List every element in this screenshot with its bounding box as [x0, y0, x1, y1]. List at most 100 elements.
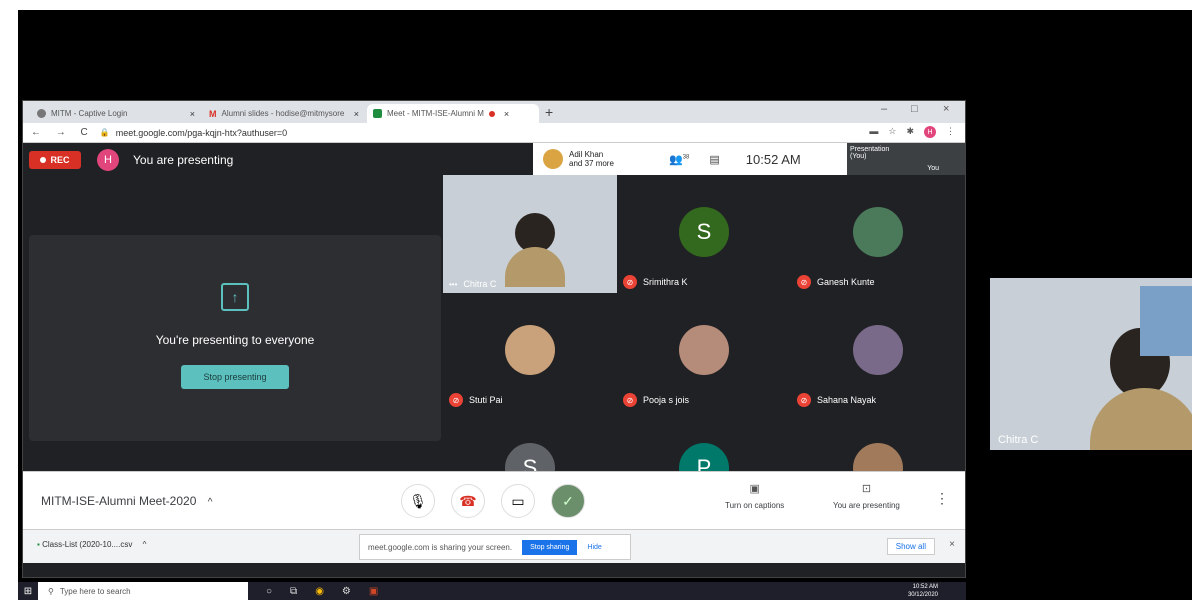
meeting-controls-bar: MITM-ISE-Alumni Meet-2020 ^ 🎙 ☎ ▭ ✓ ▣ Tu…	[23, 471, 965, 529]
tab-label: Meet - MITM-ISE-Alumni M	[387, 109, 484, 118]
mic-icon: 🎙	[409, 492, 427, 509]
participant-label: ⊘ Stuti Pai	[449, 393, 503, 407]
camera-icon[interactable]: ▬	[869, 126, 878, 138]
presenter-avatar: H	[97, 149, 119, 171]
rec-badge: REC	[29, 151, 81, 169]
rec-label: REC	[50, 155, 70, 165]
captions-label: Turn on captions	[725, 501, 785, 510]
check-button[interactable]: ✓	[551, 484, 585, 518]
people-icon[interactable]: 👥38	[669, 153, 689, 166]
participants-summary[interactable]: Adil Khan and 37 more	[569, 150, 649, 168]
rec-dot-icon	[40, 157, 47, 163]
participant-name: Ganesh Kunte	[817, 277, 875, 287]
chat-icon[interactable]: ▤	[709, 153, 719, 166]
thumb-line1: Presentation	[850, 146, 890, 153]
stop-sharing-button[interactable]: Stop sharing	[522, 539, 578, 555]
camera-button[interactable]: ▭	[501, 484, 535, 518]
tab-meet[interactable]: Meet - MITM-ISE-Alumni M ×	[367, 104, 539, 123]
floating-camera-name: Chitra C	[998, 434, 1039, 446]
participant-avatar: P	[679, 443, 729, 471]
participant-tile[interactable]: ••• Chitra C	[443, 175, 617, 293]
meet-icon	[373, 109, 382, 118]
tab-label: MITM - Captive Login	[51, 109, 128, 118]
globe-icon	[37, 109, 46, 118]
participant-tile[interactable]: S	[443, 411, 617, 471]
meeting-details[interactable]: MITM-ISE-Alumni Meet-2020 ^	[41, 494, 212, 508]
participant-tile[interactable]	[791, 411, 965, 471]
windows-taskbar: ⊞ ⚲ Type here to search ○ ⧉ ◉ ⚙ ▣ 10:52 …	[18, 582, 966, 600]
download-filename: Class-List (2020-10....csv	[42, 540, 133, 549]
more-options-icon[interactable]: •••	[449, 280, 457, 289]
tab-bar: MITM - Captive Login × M Alumni slides -…	[23, 101, 965, 123]
cortana-icon[interactable]: ○	[266, 586, 272, 597]
show-all-button[interactable]: Show all	[886, 538, 935, 555]
powerpoint-icon[interactable]: ▣	[369, 586, 378, 597]
participant-tile[interactable]: S ⊘ Srimithra K	[617, 175, 791, 293]
minimize-button[interactable]: –	[881, 103, 887, 115]
profile-avatar[interactable]: H	[924, 126, 936, 138]
extensions: ▬ ☆ ✱ H ⋮	[869, 126, 955, 138]
leave-call-button[interactable]: ☎	[451, 484, 485, 518]
nav-buttons[interactable]: ← → C	[31, 127, 94, 138]
star-icon[interactable]: ☆	[888, 126, 896, 138]
menu-icon[interactable]: ⋮	[946, 126, 955, 138]
participant-video-body	[505, 247, 565, 287]
presenting-card: ↑ You're presenting to everyone Stop pre…	[29, 235, 441, 441]
search-icon: ⚲	[48, 586, 54, 596]
hide-button[interactable]: Hide	[587, 544, 601, 551]
windows-start-icon[interactable]: ⊞	[18, 586, 38, 597]
new-tab-button[interactable]: +	[545, 104, 553, 120]
task-view-icon[interactable]: ⧉	[290, 586, 297, 597]
present-label: You are presenting	[833, 501, 900, 510]
present-screen-icon: ↑	[221, 283, 249, 311]
close-download-bar-icon[interactable]: ×	[949, 539, 955, 550]
present-button[interactable]: ⊡ You are presenting	[833, 482, 900, 510]
tab-label: Alumni slides - hodise@mitmysore	[221, 109, 345, 118]
taskbar-clock[interactable]: 10:52 AM 30/12/2020	[908, 583, 938, 599]
participant-avatar	[679, 325, 729, 375]
captions-button[interactable]: ▣ Turn on captions	[725, 482, 784, 510]
meeting-title: MITM-ISE-Alumni Meet-2020	[41, 494, 197, 508]
stop-presenting-button[interactable]: Stop presenting	[181, 365, 289, 389]
self-thumbnail[interactable]: Presentation (You) You	[847, 143, 965, 175]
download-bar: ▪ Class-List (2020-10....csv ^ meet.goog…	[23, 529, 965, 563]
participant-tile[interactable]: P	[617, 411, 791, 471]
download-item[interactable]: ▪ Class-List (2020-10....csv ^	[37, 540, 146, 549]
taskbar-search[interactable]: ⚲ Type here to search	[38, 582, 248, 600]
address-bar: ← → C 🔒 meet.google.com/pga-kqjn-htx?aut…	[23, 123, 965, 143]
participant-label: ⊘ Sahana Nayak	[797, 393, 876, 407]
participant-tile[interactable]: ⊘ Ganesh Kunte	[791, 175, 965, 293]
thumb-line3: You	[927, 165, 939, 172]
participant-avatar: S	[505, 443, 555, 471]
settings-icon[interactable]: ⚙	[342, 586, 351, 597]
present-icon: ⊡	[861, 483, 872, 495]
url-field[interactable]: meet.google.com/pga-kqjn-htx?authuser=0	[116, 128, 287, 138]
presenting-status: You are presenting	[133, 153, 234, 167]
camera-person-body	[1090, 388, 1192, 450]
chrome-taskbar-icon[interactable]: ◉	[315, 586, 324, 597]
tab-close-icon[interactable]: ×	[354, 109, 359, 119]
participant-tile[interactable]: ⊘ Stuti Pai	[443, 293, 617, 411]
participant-avatar: S	[679, 207, 729, 257]
participant-tile[interactable]: ⊘ Pooja s jois	[617, 293, 791, 411]
participant-name: Stuti Pai	[469, 395, 503, 405]
meet-app: REC H You are presenting Adil Khan and 3…	[23, 143, 965, 577]
maximize-button[interactable]: □	[911, 103, 918, 115]
participant-avatar	[505, 325, 555, 375]
chevron-up-icon: ^	[207, 497, 213, 508]
participant-avatar	[853, 207, 903, 257]
mic-off-icon: ⊘	[623, 275, 637, 289]
participant-tile[interactable]: ⊘ Sahana Nayak	[791, 293, 965, 411]
close-window-button[interactable]: ×	[943, 103, 949, 115]
participant-label: ••• Chitra C	[449, 279, 496, 289]
puzzle-icon[interactable]: ✱	[906, 126, 914, 138]
participant-name: Adil Khan	[569, 150, 604, 159]
mic-off-icon: ⊘	[797, 393, 811, 407]
tab-captive-login[interactable]: MITM - Captive Login ×	[31, 104, 201, 123]
tab-close-icon[interactable]: ×	[190, 109, 195, 119]
tab-close-icon[interactable]: ×	[504, 109, 509, 119]
more-options-icon[interactable]: ⋮	[935, 490, 949, 507]
mic-button[interactable]: 🎙	[401, 484, 435, 518]
tab-alumni-slides[interactable]: M Alumni slides - hodise@mitmysore ×	[203, 104, 365, 123]
search-placeholder: Type here to search	[59, 586, 131, 596]
